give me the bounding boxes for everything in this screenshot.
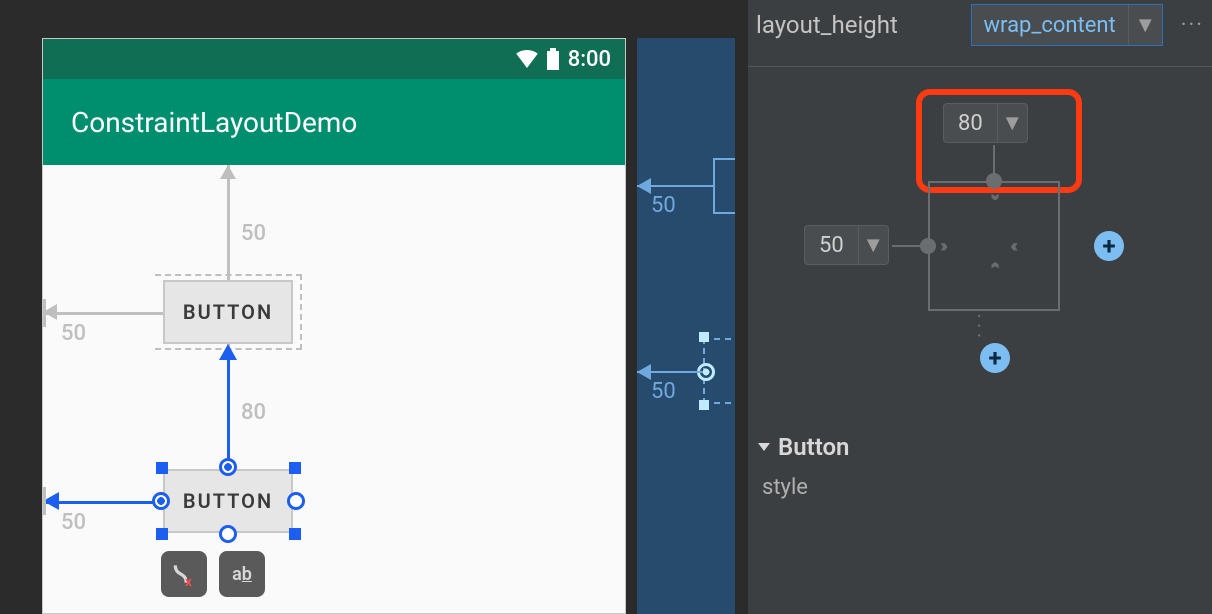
wrap-content-icon: ››› (940, 238, 944, 256)
clear-constraints-icon[interactable]: x (161, 551, 207, 597)
margin-label: 50 (651, 379, 676, 404)
margin-label: 80 (241, 400, 266, 425)
attr-label-layout-height: layout_height (756, 11, 953, 39)
wrap-content-icon: ››› (986, 193, 1004, 197)
margin-label: 50 (651, 193, 676, 218)
resize-handle[interactable] (289, 528, 301, 540)
chevron-down-icon: ▼ (858, 226, 888, 264)
constraint-anchor-left[interactable] (152, 492, 170, 510)
svg-text:x: x (185, 575, 192, 587)
status-bar: 8:00 (43, 39, 625, 79)
attr-label-style: style (748, 471, 1212, 504)
margin-label: 50 (61, 510, 86, 535)
add-constraint-bottom-button[interactable]: + (980, 343, 1010, 373)
chevron-down-icon: ▼ (1128, 5, 1162, 45)
margin-label: 50 (61, 321, 86, 346)
button-widget-1[interactable]: BUTTON (163, 280, 293, 344)
section-button-header[interactable]: Button (748, 397, 1212, 471)
clock-text: 8:00 (568, 47, 611, 72)
chevron-down-icon: ▼ (997, 104, 1027, 142)
constraint-inspector[interactable]: 80 ▼ 50 ▼ ››› ‹‹‹ ››› ‹‹‹ + ··· + (820, 97, 1140, 397)
wrap-content-icon: ‹‹‹ (986, 261, 1004, 265)
more-icon[interactable]: ··· (1181, 13, 1204, 38)
constraint-anchor-top[interactable] (219, 458, 237, 476)
add-constraint-right-button[interactable]: + (1094, 231, 1124, 261)
arrow-up-icon (220, 165, 236, 179)
app-bar: ConstraintLayoutDemo (43, 79, 625, 165)
size-mode-box[interactable] (928, 181, 1060, 311)
baseline-icon[interactable]: ab (219, 551, 265, 597)
layout-height-dropdown[interactable]: wrap_content ▼ (971, 4, 1163, 46)
constraint-anchor-bottom[interactable] (219, 525, 237, 543)
design-canvas[interactable]: 50 50 BUTTON 80 50 BUTTON (43, 165, 625, 613)
resize-handle[interactable] (156, 528, 168, 540)
dots-icon: ··· (965, 313, 990, 342)
margin-top-field[interactable]: 80 ▼ (943, 103, 1028, 143)
arrow-left-icon (637, 178, 651, 194)
wrap-content-icon: ‹‹‹ (1010, 238, 1014, 256)
expand-icon (758, 443, 770, 451)
battery-icon (546, 48, 560, 70)
blueprint-view[interactable]: 50 50 (637, 38, 735, 614)
arrow-up-icon (219, 344, 237, 360)
constraint-anchor-right[interactable] (287, 492, 305, 510)
margin-label: 50 (241, 221, 266, 246)
resize-handle[interactable] (289, 462, 301, 474)
wifi-icon (516, 50, 538, 68)
device-preview: 8:00 ConstraintLayoutDemo 50 50 BUTTON 8… (42, 38, 626, 614)
margin-left-field[interactable]: 50 ▼ (804, 225, 889, 265)
app-title: ConstraintLayoutDemo (71, 106, 357, 139)
button-widget-2-selected[interactable]: BUTTON (163, 469, 293, 533)
arrow-left-icon (637, 364, 651, 380)
resize-handle[interactable] (156, 462, 168, 474)
attributes-panel: layout_height wrap_content ▼ ··· 80 ▼ 50… (748, 0, 1212, 614)
